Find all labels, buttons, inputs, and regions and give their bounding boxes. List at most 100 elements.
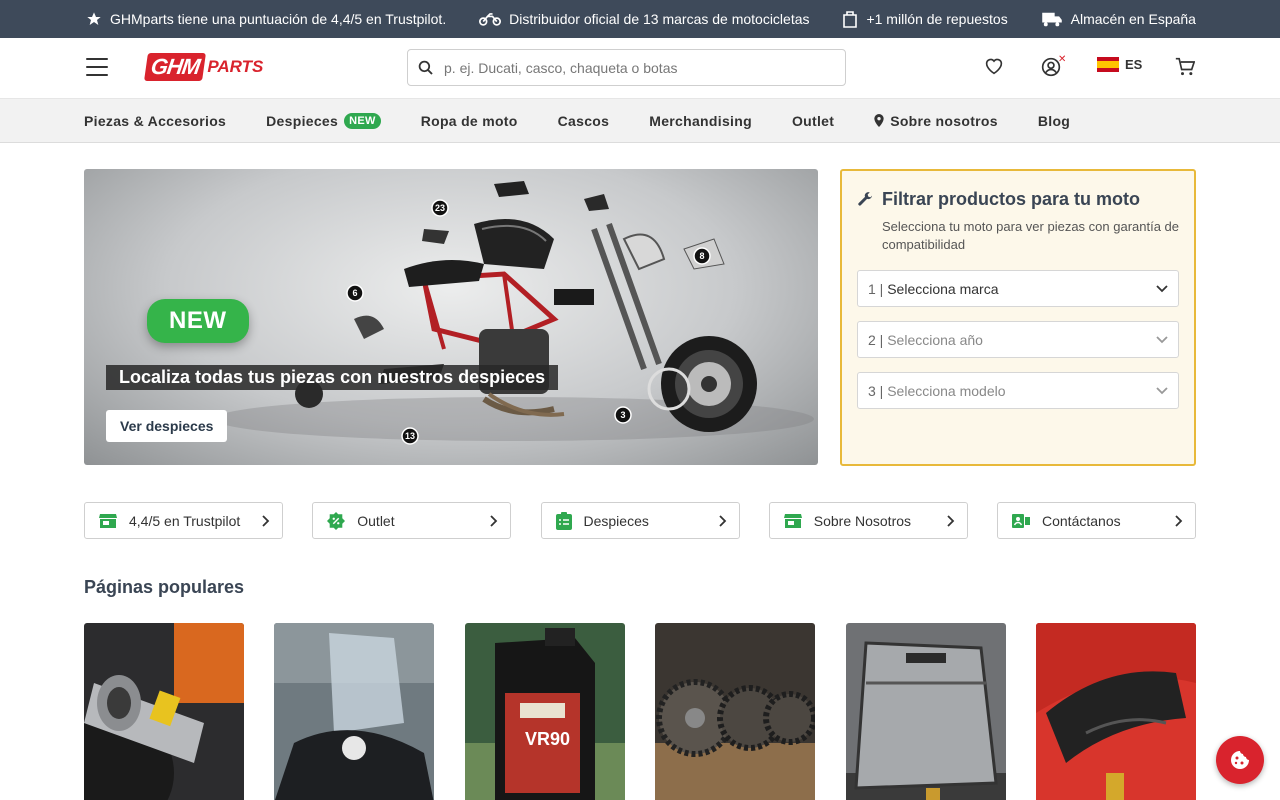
nav-item-sobre-nosotros[interactable]: Sobre nosotros [874, 113, 998, 129]
chevron-right-icon [490, 514, 498, 527]
nav-item-label: Sobre nosotros [890, 112, 998, 129]
bike-filter-panel: Filtrar productos para tu moto Seleccion… [840, 169, 1196, 466]
top-info-bar: GHMparts tiene una puntuación de 4,4/5 e… [0, 0, 1280, 38]
year-select[interactable]: 2 | Selecciona año [857, 321, 1179, 358]
hero-title: Localiza todas tus piezas con nuestros d… [106, 365, 559, 390]
logo-sub: PARTS [207, 57, 264, 76]
popular-card-gearbox[interactable] [655, 623, 816, 800]
logo-main: GHM [144, 53, 207, 81]
topbar-item-label: Distribuidor oficial de 13 marcas de mot… [509, 11, 810, 27]
nav-item-cascos[interactable]: Cascos [558, 113, 610, 129]
discount-badge-icon [327, 511, 346, 530]
model-select[interactable]: 3 | Selecciona modelo [857, 372, 1179, 409]
hero-new-badge: NEW [147, 299, 249, 343]
contact-icon [1012, 513, 1030, 528]
callout-label: 13 [405, 431, 415, 441]
main-nav: Piezas & Accesorios Despieces NEW Ropa de… [0, 99, 1280, 143]
quick-link-sobre-nosotros[interactable]: Sobre Nosotros [768, 502, 968, 539]
quick-link-label: Outlet [357, 512, 395, 529]
quick-link-label: Contáctanos [1042, 512, 1121, 529]
exhaust-image [84, 623, 244, 800]
popular-card-motor-oil[interactable]: VR90 [464, 623, 625, 800]
search-icon[interactable] [418, 60, 434, 76]
topbar-item-label: +1 millón de repuestos [866, 11, 1008, 27]
hero-banner[interactable]: 23 8 6 3 13 NEW Localiza todas tus pieza… [84, 169, 818, 465]
new-badge: NEW [344, 112, 381, 129]
topbar-item-label: GHMparts tiene una puntuación de 4,4/5 e… [110, 11, 447, 27]
select-label: Selecciona año [887, 331, 983, 348]
select-number: 3 | [868, 382, 884, 399]
winglets-image [1035, 623, 1196, 800]
heart-icon[interactable] [984, 57, 1004, 75]
select-number: 1 | [868, 280, 884, 297]
filter-title-text: Filtrar productos para tu moto [882, 189, 1141, 209]
quick-link-outlet[interactable]: Outlet [312, 502, 512, 539]
site-logo[interactable]: GHM PARTS [144, 52, 264, 82]
quick-link-label: 4,4/5 en Trustpilot [129, 512, 241, 529]
callout-label: 23 [435, 203, 445, 213]
ver-despieces-button[interactable]: Ver despieces [106, 410, 228, 442]
logged-out-indicator-icon: ✕ [1058, 54, 1067, 65]
nav-item-ropa-de-moto[interactable]: Ropa de moto [421, 113, 518, 129]
popular-pages-list: VR90 [84, 623, 1196, 800]
callout-label: 6 [352, 288, 357, 298]
motor-oil-image: VR90 [464, 623, 625, 800]
search-input[interactable] [444, 59, 824, 76]
nav-item-piezas-accesorios[interactable]: Piezas & Accesorios [84, 113, 226, 129]
nav-item-label: Merchandising [649, 112, 752, 129]
topbar-item-parts: +1 millón de repuestos [842, 10, 1008, 28]
quick-link-contactanos[interactable]: Contáctanos [997, 502, 1196, 539]
spain-flag-icon [1097, 57, 1119, 72]
select-label: Selecciona modelo [887, 382, 1006, 399]
filter-subtitle: Selecciona tu moto para ver piezas con g… [882, 219, 1180, 252]
popular-card-exhaust[interactable] [84, 623, 244, 800]
chevron-right-icon [718, 514, 726, 527]
clipboard-icon [555, 511, 572, 530]
cookie-settings-button[interactable] [1216, 736, 1264, 784]
chevron-right-icon [947, 514, 955, 527]
nav-item-label: Ropa de moto [420, 112, 518, 129]
store-icon [783, 513, 802, 528]
motorcycle-icon [479, 13, 502, 26]
svg-text:VR90: VR90 [525, 729, 570, 749]
topbar-item-distributor: Distribuidor oficial de 13 marcas de mot… [479, 11, 810, 27]
nav-item-label: Piezas & Accesorios [84, 112, 227, 129]
topbar-item-trustpilot: GHMparts tiene una puntuación de 4,4/5 e… [86, 11, 446, 27]
nav-item-blog[interactable]: Blog [1038, 113, 1070, 129]
main-header: GHM PARTS ✕ ES [0, 38, 1280, 99]
nav-item-merchandising[interactable]: Merchandising [649, 113, 752, 129]
nav-item-label: Despieces [266, 112, 339, 129]
wrench-icon [858, 192, 872, 206]
nav-item-label: Cascos [557, 112, 610, 129]
quick-link-despieces[interactable]: Despieces [540, 502, 740, 539]
cart-icon[interactable] [1175, 57, 1195, 77]
quick-link-trustpilot[interactable]: 4,4/5 en Trustpilot [84, 502, 283, 539]
select-number: 2 | [868, 331, 884, 348]
quick-links: 4,4/5 en Trustpilot Outlet Despieces Sob… [84, 502, 1196, 539]
language-selector[interactable]: ES [1097, 57, 1142, 72]
chevron-right-icon [262, 514, 270, 527]
nav-item-despieces[interactable]: Despieces NEW [266, 112, 381, 129]
side-cases-image [845, 623, 1006, 800]
language-label: ES [1125, 57, 1143, 72]
gearbox-image [655, 623, 816, 800]
callout-label: 8 [699, 251, 704, 261]
filter-title: Filtrar productos para tu moto [857, 189, 1179, 210]
search-bar [407, 49, 846, 86]
bag-icon [843, 11, 858, 28]
nav-item-outlet[interactable]: Outlet [792, 113, 834, 129]
truck-icon [1041, 12, 1062, 27]
location-pin-icon [874, 114, 884, 127]
popular-card-side-cases[interactable] [845, 623, 1006, 800]
store-icon [99, 513, 117, 528]
menu-icon[interactable] [86, 58, 108, 76]
popular-card-winglets[interactable] [1035, 623, 1196, 800]
windscreen-image [274, 623, 435, 800]
nav-item-label: Outlet [791, 112, 835, 129]
quick-link-label: Sobre Nosotros [813, 512, 912, 529]
topbar-item-label: Almacén en España [1070, 11, 1196, 27]
brand-select[interactable]: 1 | Selecciona marca [857, 270, 1179, 307]
nav-item-label: Blog [1037, 112, 1071, 129]
topbar-item-warehouse: Almacén en España [1041, 11, 1196, 27]
popular-card-windscreen[interactable] [274, 623, 435, 800]
